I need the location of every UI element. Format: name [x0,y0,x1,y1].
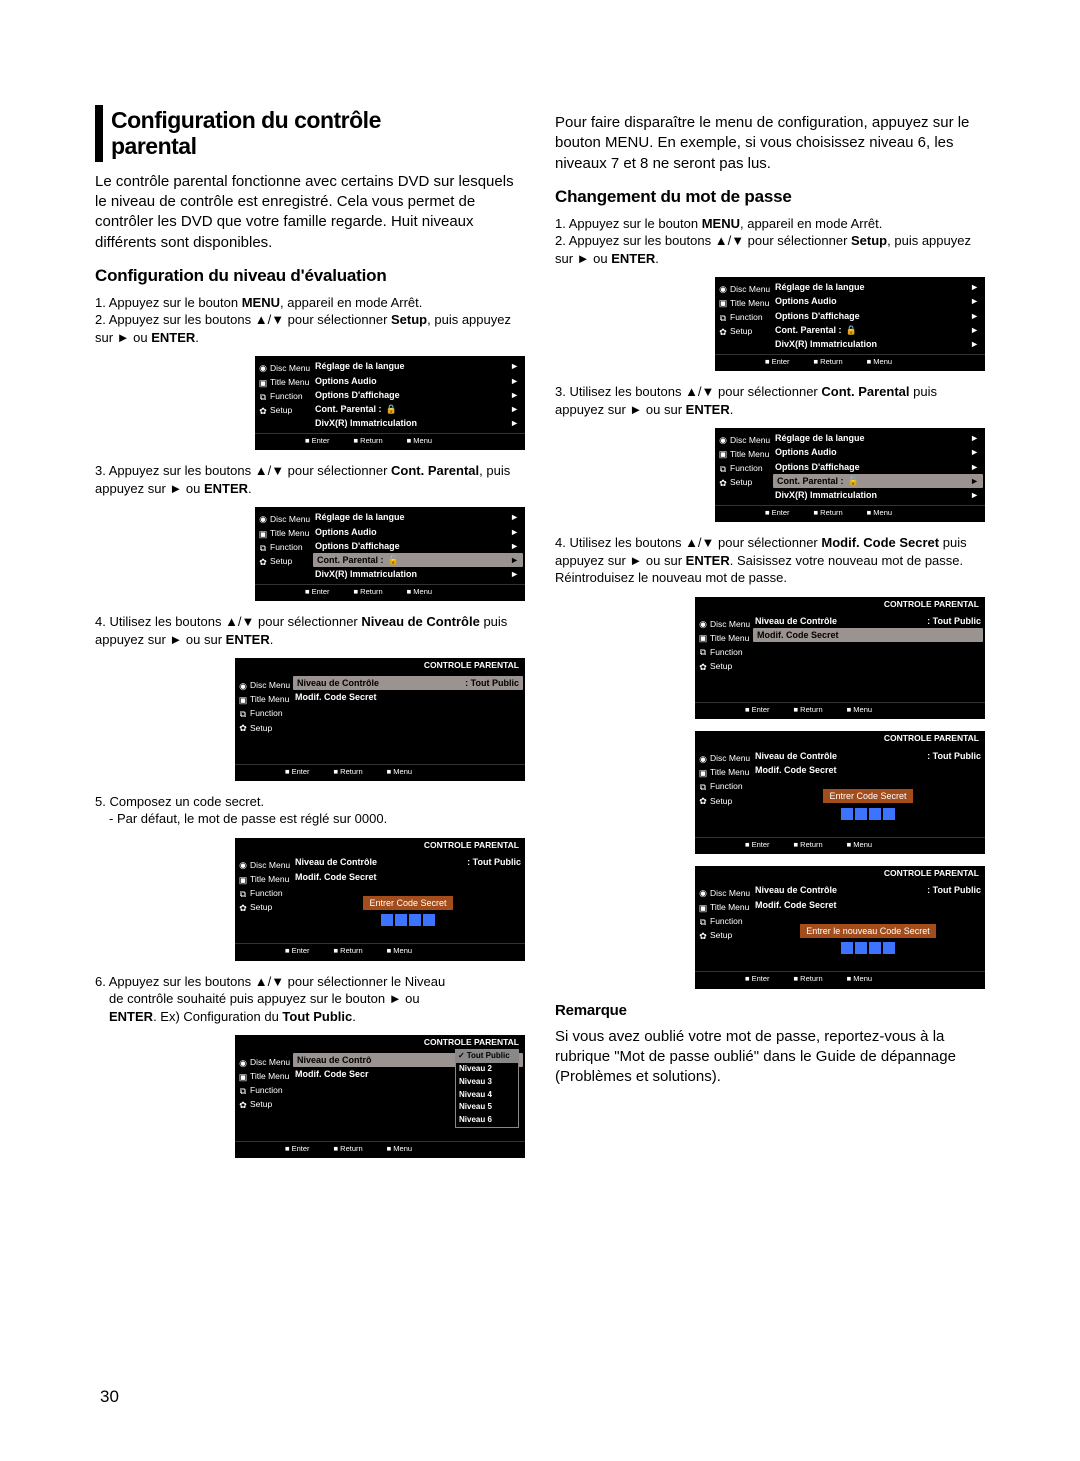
steps-password: 1. Appuyez sur le bouton MENU, appareil … [555,215,985,268]
right-intro: Pour faire disparaître le menu de config… [555,113,985,174]
step-3: 3. Appuyez sur les boutons ▲/▼ pour séle… [95,462,525,497]
check-icon: ✓ [458,1051,465,1062]
section-title: Configuration du contrôle parental [95,105,525,162]
pw-step-2: 2. Appuyez sur les boutons ▲/▼ pour séle… [555,232,985,267]
osd-side-tabs: ◉Disc Menu ▣Title Menu ⧉Function ✿Setup [255,356,311,433]
note-heading: Remarque [555,1001,985,1021]
page-number: 30 [100,1386,119,1409]
lock-icon: 🔒 [386,404,397,414]
steps-rating: 1. Appuyez sur le bouton MENU, appareil … [95,294,525,347]
osd-parental-panel-1: CONTROLE PARENTAL ◉Disc Menu ▣Title Menu… [235,658,525,781]
row-modif-highlight: Modif. Code Secret [753,628,983,642]
subheading-rating: Configuration du niveau d'évaluation [95,265,525,288]
pw-step-4: 4. Utilisez les boutons ▲/▼ pour sélecti… [555,534,985,587]
note-text: Si vous avez oublié votre mot de passe, … [555,1027,985,1088]
entrer-code-label: Entrer Code Secret [363,896,452,910]
left-column: Configuration du contrôle parental Le co… [95,105,525,1170]
row-niveau-highlight: Niveau de Contrôle: Tout Public [293,676,523,690]
osd-setup-menu-r2: ◉Disc Menu ▣Title Menu ⧉Function ✿Setup … [715,428,985,522]
subheading-password: Changement du mot de passe [555,186,985,209]
pin-input [291,914,525,926]
step-6: 6. Appuyez sur les boutons ▲/▼ pour séle… [95,973,525,1026]
step-2: 2. Appuyez sur les boutons ▲/▼ pour séle… [95,311,525,346]
pw-step-1: 1. Appuyez sur le bouton MENU, appareil … [555,215,985,233]
function-icon: ⧉ [258,391,268,403]
title-icon: ▣ [258,377,268,389]
setup-icon: ✿ [258,405,268,417]
osd-setup-menu-r1: ◉Disc Menu ▣Title Menu ⧉Function ✿Setup … [715,277,985,371]
step-4: 4. Utilisez les boutons ▲/▼ pour sélecti… [95,613,525,648]
h1-line1: Configuration du contrôle [111,107,381,133]
level-dropdown: ✓Tout Public Niveau 2 Niveau 3 Niveau 4 … [455,1049,519,1128]
right-column: Pour faire disparaître le menu de config… [555,105,985,1170]
step-5: 5. Composez un code secret. - Par défaut… [95,793,525,828]
step-1: 1. Appuyez sur le bouton MENU, appareil … [95,294,525,312]
osd-setup-menu-2: ◉Disc Menu ▣Title Menu ⧉Function ✿Setup … [255,507,525,601]
osd-entrer-code: CONTROLE PARENTAL ◉Disc Menu ▣Title Menu… [235,838,525,961]
nouveau-code-label: Entrer le nouveau Code Secret [800,924,936,938]
h1-line2: parental [111,133,196,159]
osd-setup-menu-1: ◉Disc Menu ▣Title Menu ⧉Function ✿Setup … [255,356,525,450]
pw-step-3: 3. Utilisez les boutons ▲/▼ pour sélecti… [555,383,985,418]
menu-item-parental-highlight: Cont. Parental :🔓► [313,553,523,567]
osd-entrer-code-r: CONTROLE PARENTAL ◉Disc Menu ▣Title Menu… [695,731,985,854]
osd-level-dropdown: CONTROLE PARENTAL ◉Disc Menu ▣Title Menu… [235,1035,525,1158]
intro-text: Le contrôle parental fonctionne avec cer… [95,172,525,253]
osd-modif-highlight: CONTROLE PARENTAL ◉Disc Menu ▣Title Menu… [695,597,985,720]
disc-icon: ◉ [258,362,268,374]
osd-nouveau-code: CONTROLE PARENTAL ◉Disc Menu ▣Title Menu… [695,866,985,989]
